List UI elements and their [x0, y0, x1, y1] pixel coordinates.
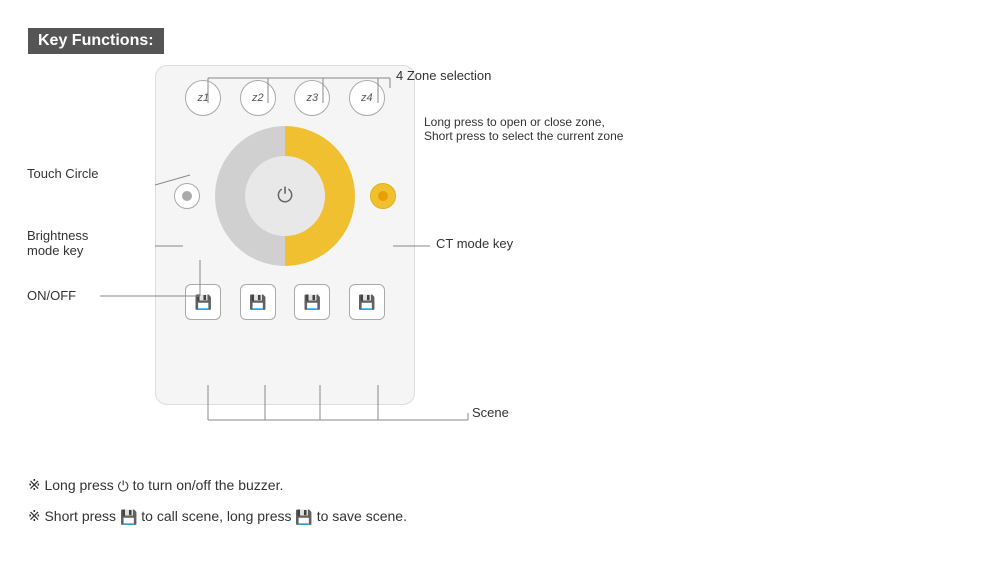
scene-label: Scene	[472, 405, 509, 420]
touch-circle-label: Touch Circle	[27, 166, 99, 181]
power-note-icon: ⏻	[118, 478, 129, 494]
scene-icon-4: 💾	[358, 294, 375, 311]
scene-icon-3: 💾	[304, 294, 321, 311]
center-area: ⏻	[156, 126, 414, 266]
brightness-mode-btn[interactable]	[174, 183, 200, 209]
ct-mode-btn[interactable]	[370, 183, 396, 209]
brightness-icon	[182, 191, 192, 201]
scene-btn-3[interactable]: 💾	[294, 284, 330, 320]
note-line-1: ※ Long press ⏻ to turn on/off the buzzer…	[28, 475, 407, 498]
zone-selection-label: 4 Zone selection	[396, 68, 491, 83]
on-off-label: ON/OFF	[27, 288, 76, 303]
scene-btn-1[interactable]: 💾	[185, 284, 221, 320]
zone-btn-1[interactable]: z1	[185, 80, 221, 116]
device-panel: z1 z2 z3 z4 ⏻ 💾 💾 💾 💾	[155, 65, 415, 405]
zone-buttons-row: z1 z2 z3 z4	[156, 66, 414, 116]
ct-icon	[378, 191, 388, 201]
zone-btn-3[interactable]: z3	[294, 80, 330, 116]
note-line-2: ※ Short press 💾 to call scene, long pres…	[28, 506, 407, 529]
scene-icon-1: 💾	[195, 294, 212, 311]
power-icon: ⏻	[277, 185, 293, 208]
scene-btn-2[interactable]: 💾	[240, 284, 276, 320]
key-functions-title: Key Functions:	[38, 32, 154, 49]
save-note-icon-2: 💾	[295, 508, 312, 524]
scene-btn-4[interactable]: 💾	[349, 284, 385, 320]
power-button[interactable]: ⏻	[245, 156, 325, 236]
zone-btn-4[interactable]: z4	[349, 80, 385, 116]
ct-mode-label: CT mode key	[436, 236, 513, 251]
touch-circle[interactable]: ⏻	[215, 126, 355, 266]
scene-icon-2: 💾	[249, 294, 266, 311]
zone-sublabel: Long press to open or close zone, Short …	[424, 115, 623, 143]
key-functions-header: Key Functions:	[28, 28, 164, 54]
save-note-icon-1: 💾	[120, 508, 137, 524]
scene-buttons-row: 💾 💾 💾 💾	[156, 266, 414, 320]
zone-btn-2[interactable]: z2	[240, 80, 276, 116]
notes-section: ※ Long press ⏻ to turn on/off the buzzer…	[28, 475, 407, 536]
brightness-mode-label: Brightnessmode key	[27, 228, 88, 258]
